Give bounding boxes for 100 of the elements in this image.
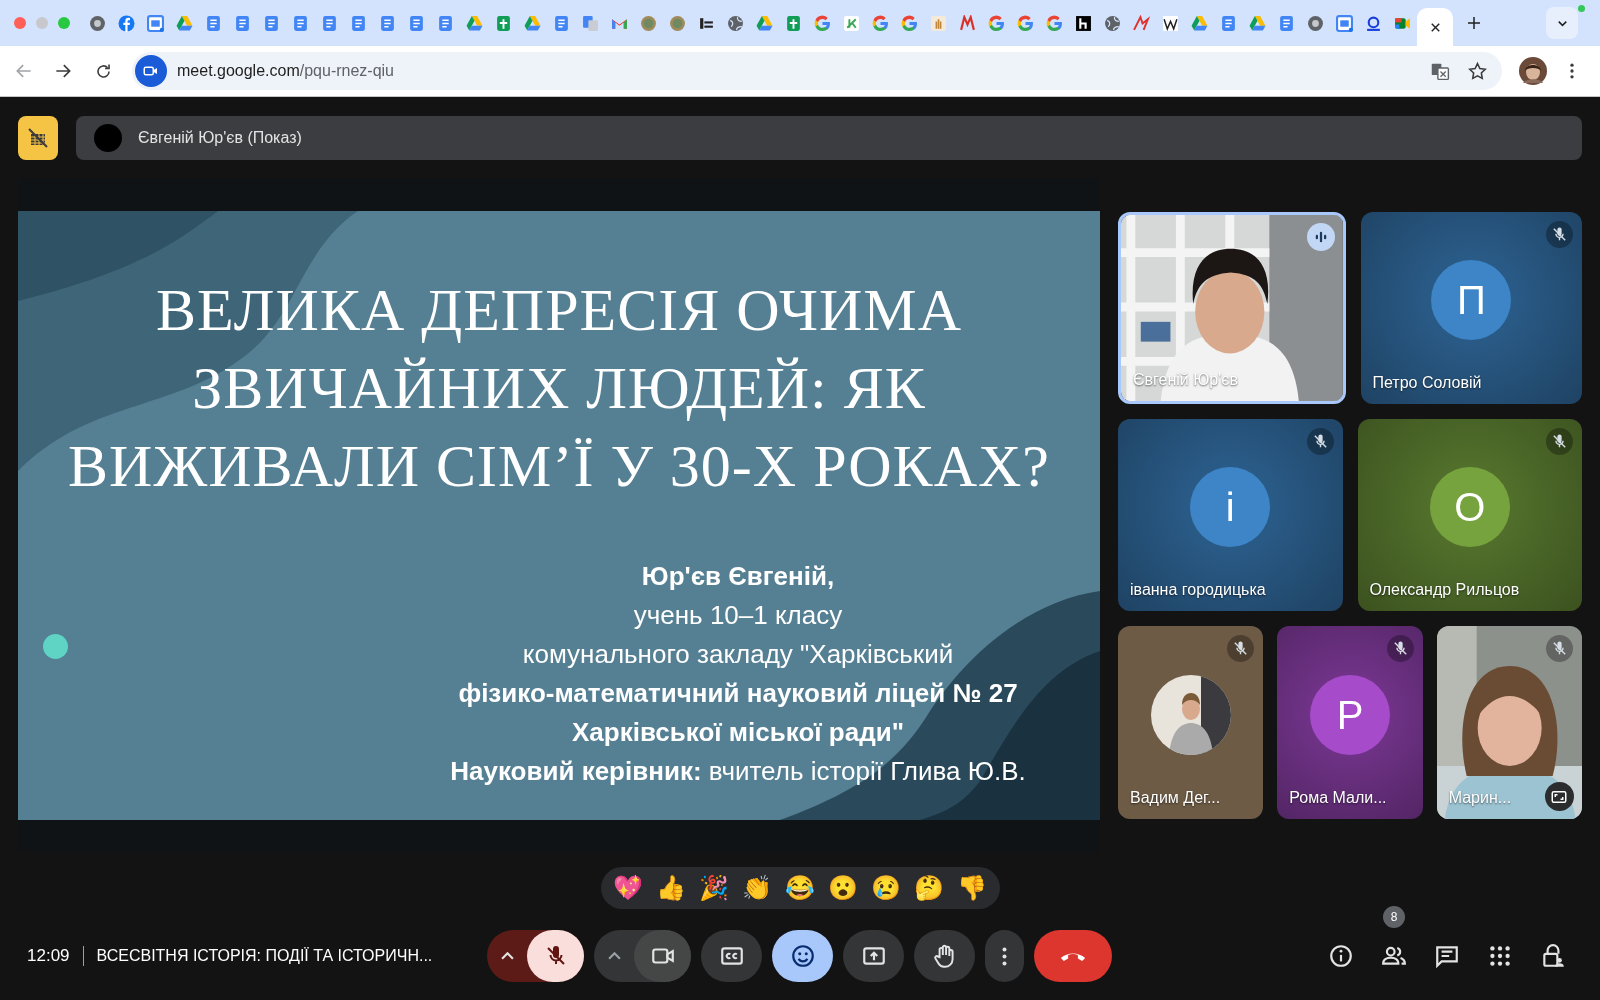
chat-icon xyxy=(1434,943,1460,969)
camera-button[interactable] xyxy=(634,930,691,982)
reaction-button[interactable]: 😢 xyxy=(864,869,908,907)
zigzag-logo-icon[interactable] xyxy=(959,14,976,32)
info-icon xyxy=(1328,943,1354,969)
tab-list-button[interactable] xyxy=(1546,7,1578,39)
leave-call-button[interactable] xyxy=(1034,930,1112,982)
document-icon[interactable] xyxy=(379,14,396,32)
multicolor-logo-icon[interactable] xyxy=(1046,14,1063,32)
globe-icon[interactable] xyxy=(1104,14,1121,32)
document-icon[interactable] xyxy=(234,14,251,32)
reaction-button[interactable]: 🎉 xyxy=(692,869,736,907)
emblem-icon[interactable] xyxy=(669,14,686,32)
presentation-off-icon xyxy=(26,126,50,150)
document-icon[interactable] xyxy=(350,14,367,32)
avatar-initial: і xyxy=(1190,467,1271,548)
triangle-logo-icon[interactable] xyxy=(524,14,541,32)
squiggle-logo-icon[interactable] xyxy=(1133,14,1150,32)
more-options-button[interactable] xyxy=(985,930,1024,982)
calendar-icon[interactable] xyxy=(147,14,164,32)
address-field[interactable]: meet.google.com/pqu-rnez-qiu xyxy=(132,52,1502,90)
captions-button[interactable] xyxy=(701,930,762,982)
reaction-button[interactable]: 😂 xyxy=(778,869,822,907)
participant-tile[interactable]: і іванна городицька xyxy=(1118,419,1343,611)
document-icon[interactable] xyxy=(321,14,338,32)
reaction-button[interactable]: 😮 xyxy=(821,869,865,907)
ring-logo-icon[interactable] xyxy=(1365,14,1382,32)
raise-hand-button[interactable] xyxy=(914,930,975,982)
participant-tile[interactable]: П Петро Соловій xyxy=(1360,212,1582,404)
url-text: meet.google.com/pqu-rnez-qiu xyxy=(177,61,394,81)
presenter-avatar xyxy=(94,124,122,152)
reload-icon[interactable] xyxy=(94,61,113,81)
slide-title-line: ЗВИЧАЙНИХ ЛЮДЕЙ: ЯК xyxy=(192,354,926,423)
square-logo-icon[interactable] xyxy=(1075,14,1092,32)
multicolor-logo-icon[interactable] xyxy=(872,14,889,32)
document-icon[interactable] xyxy=(1278,14,1295,32)
multicolor-logo-icon[interactable] xyxy=(901,14,918,32)
participant-tile[interactable]: Р Рома Мали... xyxy=(1277,626,1423,819)
meeting-time: 12:09 xyxy=(27,945,70,968)
triangle-logo-icon[interactable] xyxy=(176,14,193,32)
browser-logo-icon[interactable] xyxy=(89,14,106,32)
multicolor-logo-icon[interactable] xyxy=(988,14,1005,32)
participant-name: іванна городицька xyxy=(1130,580,1266,600)
close-window-button[interactable] xyxy=(14,17,26,29)
multicolor-logo-icon[interactable] xyxy=(814,14,831,32)
reactions-button[interactable] xyxy=(772,930,833,982)
participant-tile[interactable]: Вадим Дег... xyxy=(1118,626,1264,819)
participant-name: Марин... xyxy=(1448,788,1512,808)
profile-avatar[interactable] xyxy=(1519,57,1547,85)
participant-name: Рома Мали... xyxy=(1289,788,1387,808)
document-icon[interactable] xyxy=(437,14,454,32)
microphone-button[interactable] xyxy=(527,930,584,982)
translate-icon[interactable] xyxy=(582,14,599,32)
slide-text-line: учень 10–1 класу xyxy=(633,599,843,632)
document-icon[interactable] xyxy=(408,14,425,32)
participant-tile[interactable]: О Олександр Рильцов xyxy=(1357,419,1582,611)
reaction-button[interactable]: 💖 xyxy=(606,869,650,907)
document-icon[interactable] xyxy=(205,14,222,32)
presenter-label: Євгеній Юр'єв (Показ) xyxy=(138,128,302,148)
document-icon[interactable] xyxy=(292,14,309,32)
triangle-logo-icon[interactable] xyxy=(466,14,483,32)
participant-name: Олександр Рильцов xyxy=(1369,580,1520,600)
avatar-initial: П xyxy=(1431,260,1512,341)
meeting-title: ВСЕСВІТНЯ ІСТОРІЯ: ПОДІЇ ТА ІСТОРИЧН... xyxy=(96,946,433,966)
wiki-logo-icon[interactable] xyxy=(1162,14,1179,32)
calendar-icon[interactable] xyxy=(1336,14,1353,32)
phone-hang-up-icon xyxy=(1060,951,1086,961)
participant-name: Вадим Дег... xyxy=(1130,788,1221,808)
spreadsheet-icon[interactable] xyxy=(785,14,802,32)
globe-icon[interactable] xyxy=(727,14,744,32)
triangle-logo-icon[interactable] xyxy=(756,14,773,32)
document-icon[interactable] xyxy=(553,14,570,32)
triangle-logo-icon[interactable] xyxy=(1191,14,1208,32)
leaf-logo-icon[interactable] xyxy=(843,14,860,32)
reaction-button[interactable]: 🤔 xyxy=(907,869,951,907)
browser-logo-icon[interactable] xyxy=(1307,14,1324,32)
spreadsheet-icon[interactable] xyxy=(495,14,512,32)
document-icon[interactable] xyxy=(263,14,280,32)
participant-name: Петро Соловій xyxy=(1372,373,1482,393)
reaction-button[interactable]: 👎 xyxy=(950,869,994,907)
slide-title-line: ВИЖИВАЛИ СІМ’Ї У 30-Х РОКАХ? xyxy=(68,432,1050,501)
slide-text-line: Харківської міської ради" xyxy=(572,716,904,749)
reaction-button[interactable]: 👏 xyxy=(735,869,779,907)
avatar-initial: Р xyxy=(1310,674,1390,755)
slide-text-line: Науковий керівник: вчитель історії Глива Ю.В. xyxy=(450,755,1026,788)
presentation-button[interactable] xyxy=(18,116,58,160)
caret-icon xyxy=(607,952,621,960)
social-logo-icon[interactable] xyxy=(118,14,135,32)
multicolor-logo-icon[interactable] xyxy=(1017,14,1034,32)
star-icon[interactable] xyxy=(1467,60,1488,82)
reaction-button[interactable]: 👍 xyxy=(649,869,693,907)
triangle-logo-icon[interactable] xyxy=(1249,14,1266,32)
count-badge: 8 xyxy=(1383,906,1405,928)
hand-logo-icon[interactable] xyxy=(930,14,947,32)
new-tab-icon[interactable] xyxy=(1465,14,1483,32)
document-icon[interactable] xyxy=(1220,14,1237,32)
smiley-icon xyxy=(789,943,816,969)
present-button[interactable] xyxy=(843,930,904,982)
emblem-icon[interactable] xyxy=(640,14,657,32)
slide-text-line: комунального закладу "Харківський xyxy=(522,638,954,671)
